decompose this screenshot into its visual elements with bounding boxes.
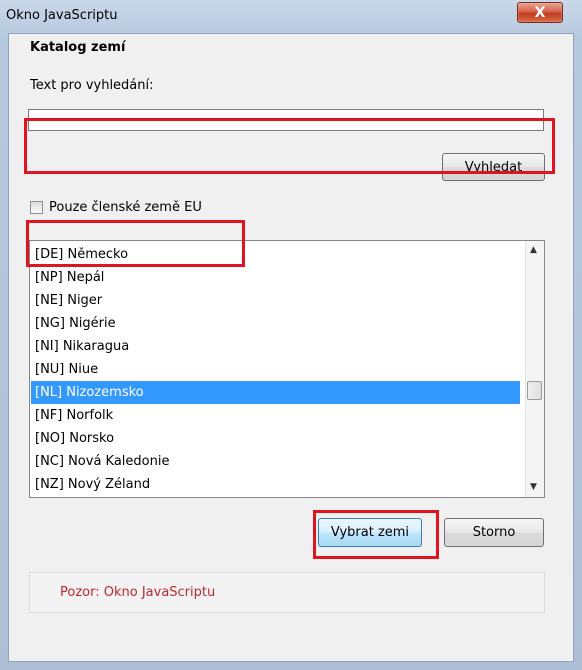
- close-icon: X: [534, 4, 546, 21]
- country-list-item[interactable]: [NP] Nepál: [31, 266, 520, 289]
- javascript-window: Okno JavaScriptu X Katalog zemí Text pro…: [0, 0, 582, 670]
- eu-only-checkbox[interactable]: [30, 201, 43, 214]
- list-scrollbar[interactable]: ▲ ▼: [525, 241, 544, 497]
- country-list-item[interactable]: [NG] Nigérie: [31, 312, 520, 335]
- search-button[interactable]: Vyhledat: [442, 153, 545, 181]
- close-button[interactable]: X: [517, 2, 563, 23]
- country-list-item[interactable]: [NZ] Nový Zéland: [31, 473, 520, 496]
- dialog-heading: Katalog zemí: [30, 40, 126, 55]
- search-label: Text pro vyhledání:: [30, 78, 154, 93]
- country-list[interactable]: ▲ ▼ [DE] Německo [NP] Nepál [NE] Niger [NG]…: [29, 240, 545, 498]
- scroll-down-icon[interactable]: ▼: [530, 482, 537, 492]
- country-list-item[interactable]: [DE] Německo: [31, 243, 520, 266]
- country-list-item[interactable]: [NC] Nová Kaledonie: [31, 450, 520, 473]
- title-bar: Okno JavaScriptu X: [0, 0, 582, 32]
- search-input[interactable]: [28, 109, 544, 131]
- select-country-button[interactable]: Vybrat zemi: [318, 518, 422, 547]
- eu-only-label: Pouze členské země EU: [49, 200, 202, 215]
- scroll-up-icon[interactable]: ▲: [530, 245, 537, 255]
- warning-box: Pozor: Okno JavaScriptu: [29, 572, 545, 613]
- country-list-item[interactable]: [NE] Niger: [31, 289, 520, 312]
- country-list-item[interactable]: [NU] Niue: [31, 358, 520, 381]
- country-list-item[interactable]: [NF] Norfolk: [31, 404, 520, 427]
- country-list-item[interactable]: [NO] Norsko: [31, 427, 520, 450]
- country-list-item[interactable]: [NI] Nikaragua: [31, 335, 520, 358]
- window-title: Okno JavaScriptu: [6, 8, 118, 23]
- warning-text: Pozor: Okno JavaScriptu: [60, 585, 216, 600]
- country-list-item[interactable]: [NL] Nizozemsko: [31, 381, 520, 404]
- scroll-thumb[interactable]: [527, 381, 542, 400]
- cancel-button[interactable]: Storno: [444, 518, 544, 547]
- eu-only-option[interactable]: Pouze členské země EU: [30, 200, 202, 215]
